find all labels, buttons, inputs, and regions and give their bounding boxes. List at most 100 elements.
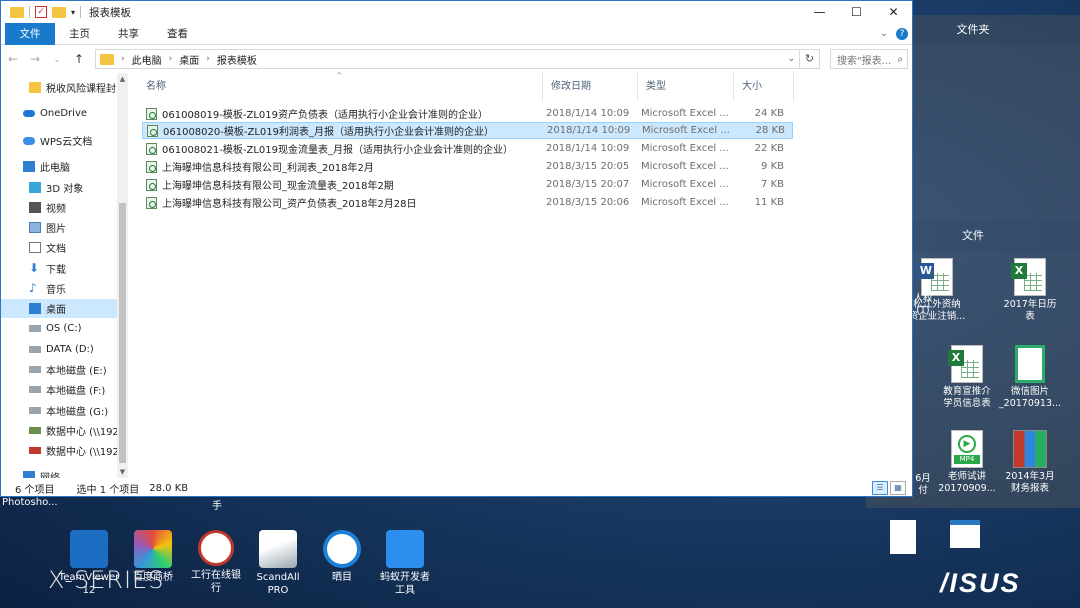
tab-view[interactable]: 查看 xyxy=(153,23,202,45)
nav-item-drive-g[interactable]: 本地磁盘 (G:) xyxy=(1,401,127,420)
icbc-shortcut[interactable]: 工行在线银 行 xyxy=(184,530,248,595)
nav-item-videos[interactable]: 视频 xyxy=(1,198,127,217)
ribbon-tabs: 文件 主页 共享 查看 ⌄ ? xyxy=(1,22,912,45)
tab-share[interactable]: 共享 xyxy=(104,23,153,45)
wps-cloud-icon xyxy=(23,136,35,145)
desktop-file-video[interactable]: ▶ MP4 老师试讲 20170909... xyxy=(934,430,1000,495)
address-bar[interactable]: › 此电脑 › 桌面 › 报表模板 ⌄ xyxy=(95,49,800,69)
folder-icon xyxy=(29,82,41,93)
partial-icon-label: 6月 付 xyxy=(915,473,931,496)
desktop-file-edu[interactable]: X 教育宣推介 学员信息表 xyxy=(934,345,1000,410)
details-view-icon[interactable]: ☰ xyxy=(872,481,888,495)
app-shortcut[interactable]: 晒目 xyxy=(310,530,374,584)
expand-ribbon-icon[interactable]: ⌄ xyxy=(880,28,888,39)
forward-arrow-icon[interactable]: → xyxy=(27,52,43,66)
chevron-down-icon[interactable]: ⌄ xyxy=(787,54,799,64)
column-header-type[interactable]: 类型 xyxy=(638,73,734,101)
excel-file-icon xyxy=(146,178,157,191)
column-header-size[interactable]: 大小 xyxy=(734,73,794,101)
ant-devtools-icon xyxy=(386,530,424,568)
desktop-doc-file[interactable] xyxy=(948,520,982,551)
nav-item-drive-f[interactable]: 本地磁盘 (F:) xyxy=(1,380,127,399)
back-arrow-icon[interactable]: ← xyxy=(5,52,21,66)
document-icon xyxy=(950,520,980,548)
scrollbar-thumb[interactable] xyxy=(119,203,126,463)
file-row[interactable]: 061008019-模板-ZL019资产负债表（适用执行小企业会计准则的企业） … xyxy=(142,105,793,122)
excel-file-icon: X xyxy=(1011,258,1046,296)
excel-file-icon xyxy=(146,107,157,120)
minimize-button[interactable]: — xyxy=(801,1,838,23)
properties-icon[interactable]: ✓ xyxy=(35,6,47,18)
breadcrumb-report-templates[interactable]: 报表模板 xyxy=(217,52,257,67)
desktop-file-calendar[interactable]: X 2017年日历 表 xyxy=(997,258,1063,323)
nav-item-documents[interactable]: 文档 xyxy=(1,238,127,257)
nav-item-downloads[interactable]: ⬇ 下载 xyxy=(1,259,127,278)
file-row[interactable]: 上海曝坤信息科技有限公司_现金流量表_2018年2期 2018/3/15 20:… xyxy=(142,176,793,193)
partial-icon-label: 人权 (T) xyxy=(913,293,933,316)
network-drive-error-icon xyxy=(29,447,41,454)
drive-icon xyxy=(29,325,41,332)
scanner-icon xyxy=(259,530,297,568)
file-row[interactable]: 上海曝坤信息科技有限公司_利润表_2018年2月 2018/3/15 20:05… xyxy=(142,158,793,175)
word-file-icon: W xyxy=(918,258,953,296)
navigation-pane: 税收风险课程封 OneDrive WPS云文档 此电脑 3D 对象 视频 图片 … xyxy=(1,73,128,478)
desktop-strip: Photosho... 手 xyxy=(0,497,866,512)
wave-icon xyxy=(323,530,361,568)
navigation-bar: ← → ⌄ ↑ › 此电脑 › 桌面 › 报表模板 ⌄ ↻ 搜索"报表... ⌕ xyxy=(1,45,912,73)
help-icon[interactable]: ? xyxy=(896,27,908,40)
up-arrow-icon[interactable]: ↑ xyxy=(71,52,87,66)
nav-item-network-drive-1[interactable]: 数据中心 (\\192 xyxy=(1,421,127,440)
music-icon: ♪ xyxy=(29,281,37,295)
cloud-icon xyxy=(23,110,35,117)
selection-count: 选中 1 个项目 xyxy=(76,484,140,496)
ant-devtools-shortcut[interactable]: 蚂蚁开发者 工具 xyxy=(373,530,437,597)
quick-access-dropdown-icon[interactable]: ▾ xyxy=(71,8,75,17)
nav-item-network-drive-2[interactable]: 数据中心 (\\192 xyxy=(1,441,127,460)
excel-file-icon xyxy=(146,160,157,173)
file-row[interactable]: 上海曝坤信息科技有限公司_资产负债表_2018年2月28日 2018/3/15 … xyxy=(142,194,793,211)
search-input[interactable]: 搜索"报表... ⌕ xyxy=(830,49,908,69)
nav-item-drive-d[interactable]: DATA (D:) xyxy=(1,340,127,359)
nav-item-pictures[interactable]: 图片 xyxy=(1,218,127,237)
mp4-file-icon: ▶ MP4 xyxy=(951,430,983,468)
nav-item-music[interactable]: ♪ 音乐 xyxy=(1,279,127,298)
search-icon: ⌕ xyxy=(897,53,903,65)
breadcrumb-desktop[interactable]: 桌面 xyxy=(179,52,199,67)
partial-label: 手 xyxy=(212,501,222,512)
maximize-button[interactable]: ☐ xyxy=(838,1,875,23)
nav-scrollbar[interactable]: ▲ ▼ xyxy=(117,73,127,478)
column-headers: 名称 修改日期 类型 大小 xyxy=(138,73,912,101)
nav-item-quick-folder[interactable]: 税收风险课程封 xyxy=(1,78,127,97)
close-button[interactable]: ✕ xyxy=(875,1,912,23)
recent-locations-icon[interactable]: ⌄ xyxy=(49,55,65,64)
column-header-name[interactable]: 名称 xyxy=(138,73,543,101)
nav-item-3d-objects[interactable]: 3D 对象 xyxy=(1,178,127,197)
tab-home[interactable]: 主页 xyxy=(55,23,104,45)
file-explorer-window: ✓ ▾ 报表模板 — ☐ ✕ 文件 主页 共享 查看 ⌄ ? ← → ⌄ ↑ ›… xyxy=(0,0,913,497)
scandall-shortcut[interactable]: ScandAll PRO xyxy=(246,530,310,597)
file-list: ^ 名称 修改日期 类型 大小 061008019-模板-ZL019资产负债表（… xyxy=(138,71,912,478)
drive-icon xyxy=(29,366,41,373)
nav-item-desktop[interactable]: 桌面 xyxy=(1,299,127,318)
column-header-modified[interactable]: 修改日期 xyxy=(543,73,638,101)
tab-file[interactable]: 文件 xyxy=(5,22,55,45)
nav-item-network[interactable]: 网络 xyxy=(1,467,127,478)
nav-item-drive-e[interactable]: 本地磁盘 (E:) xyxy=(1,360,127,379)
desktop-blank-file[interactable] xyxy=(886,520,920,557)
nav-item-drive-c[interactable]: OS (C:) xyxy=(1,319,127,338)
selection-size: 28.0 KB xyxy=(149,482,189,494)
nav-item-wps-cloud[interactable]: WPS云文档 xyxy=(1,131,127,150)
computer-icon xyxy=(23,161,35,172)
large-icons-view-icon[interactable]: ▦ xyxy=(890,481,906,495)
file-row[interactable]: 061008021-模板-ZL019现金流量表_月报（适用执行小企业会计准则的企… xyxy=(142,140,793,157)
nav-item-this-pc[interactable]: 此电脑 xyxy=(1,157,127,176)
item-count: 6 个项目 xyxy=(15,484,55,496)
new-folder-icon[interactable] xyxy=(52,6,66,18)
content-area: 税收风险课程封 OneDrive WPS云文档 此电脑 3D 对象 视频 图片 … xyxy=(1,71,912,478)
desktop-file-wechat-image[interactable]: 微信图片 _20170913... xyxy=(997,345,1063,410)
desktop-file-archive[interactable]: 2014年3月 财务报表 xyxy=(997,430,1063,495)
breadcrumb-this-pc[interactable]: 此电脑 xyxy=(132,52,162,67)
nav-item-onedrive[interactable]: OneDrive xyxy=(1,104,127,123)
refresh-icon[interactable]: ↻ xyxy=(800,49,820,69)
file-row-selected[interactable]: 061008020-模板-ZL019利润表_月报（适用执行小企业会计准则的企业）… xyxy=(142,122,793,139)
